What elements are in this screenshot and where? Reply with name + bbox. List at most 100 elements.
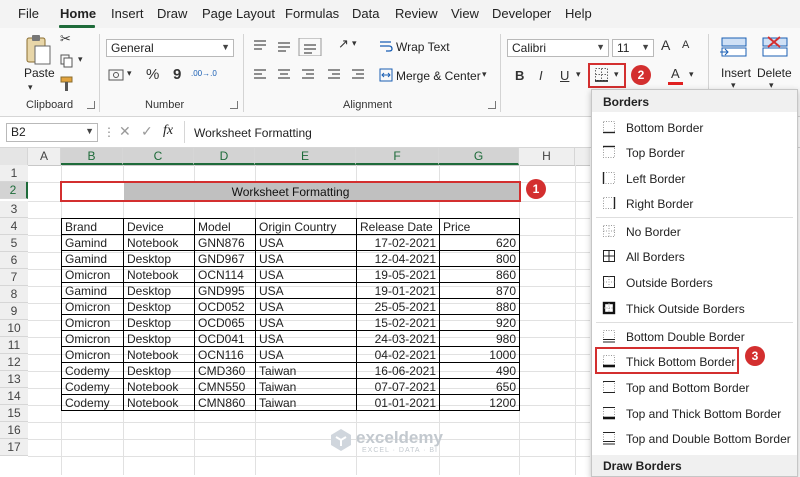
accounting-dropdown-icon[interactable]: ▾ — [127, 68, 132, 79]
insert-cells-button[interactable]: Insert — [721, 66, 751, 80]
menu-page-layout[interactable]: Page Layout — [202, 6, 275, 21]
row-header-selected[interactable]: 2 — [0, 182, 28, 199]
table-cell[interactable]: CMD360 — [194, 362, 256, 379]
font-name-select[interactable]: Calibri ▼ — [507, 39, 609, 57]
menu-review[interactable]: Review — [395, 6, 438, 21]
wrap-text-icon[interactable] — [379, 39, 393, 53]
table-cell[interactable]: USA — [255, 314, 357, 331]
alignment-launcher-icon[interactable] — [488, 101, 496, 109]
menu-item-thick-outside-borders[interactable]: Thick Outside Borders — [592, 297, 797, 321]
row-header[interactable]: 5 — [0, 235, 28, 252]
menu-item-bottom-double-border[interactable]: Bottom Double Border — [592, 325, 797, 349]
column-header-f[interactable]: F — [356, 148, 439, 165]
table-cell[interactable]: Omicron — [61, 346, 124, 363]
menu-item-no-border[interactable]: No Border — [592, 220, 797, 244]
table-cell[interactable]: GND967 — [194, 250, 256, 267]
table-header-cell[interactable]: Price — [439, 218, 520, 235]
table-cell[interactable]: Taiwan — [255, 394, 357, 411]
row-header[interactable]: 8 — [0, 286, 28, 303]
table-cell[interactable]: OCD041 — [194, 330, 256, 347]
table-cell[interactable]: 12-04-2021 — [356, 250, 440, 267]
table-cell[interactable]: 800 — [439, 250, 520, 267]
menu-item-left-border[interactable]: Left Border — [592, 167, 797, 191]
table-header-cell[interactable]: Model — [194, 218, 256, 235]
menu-data[interactable]: Data — [352, 6, 379, 21]
row-header[interactable]: 14 — [0, 388, 28, 405]
table-cell[interactable]: CMN550 — [194, 378, 256, 395]
table-cell[interactable]: Desktop — [123, 314, 195, 331]
format-painter-icon[interactable] — [59, 76, 75, 92]
column-header-c[interactable]: C — [123, 148, 194, 165]
insert-cells-icon[interactable] — [719, 35, 749, 61]
menu-item-bottom-border[interactable]: Bottom Border — [592, 116, 797, 140]
menu-item-top-and-double-bottom-border[interactable]: Top and Double Bottom Border — [592, 427, 797, 451]
table-cell[interactable]: 07-07-2021 — [356, 378, 440, 395]
copy-dropdown-icon[interactable]: ▾ — [78, 54, 83, 65]
font-color-dropdown-icon[interactable]: ▾ — [689, 69, 694, 80]
table-cell[interactable]: 1000 — [439, 346, 520, 363]
table-cell[interactable]: 860 — [439, 266, 520, 283]
row-header[interactable]: 9 — [0, 303, 28, 320]
grow-font-button[interactable]: A — [661, 37, 670, 53]
table-cell[interactable]: CMN860 — [194, 394, 256, 411]
paste-label[interactable]: Paste — [24, 66, 55, 80]
table-cell[interactable]: Taiwan — [255, 362, 357, 379]
table-cell[interactable]: Codemy — [61, 378, 124, 395]
underline-dropdown-icon[interactable]: ▾ — [576, 69, 581, 80]
merge-dropdown-icon[interactable]: ▾ — [482, 69, 487, 80]
table-cell[interactable]: USA — [255, 266, 357, 283]
copy-icon[interactable] — [60, 54, 74, 68]
paste-icon[interactable] — [24, 34, 52, 66]
table-cell[interactable]: GNN876 — [194, 234, 256, 251]
column-header-e[interactable]: E — [255, 148, 356, 165]
table-cell[interactable]: Notebook — [123, 266, 195, 283]
table-cell[interactable]: USA — [255, 250, 357, 267]
table-cell[interactable]: Desktop — [123, 298, 195, 315]
table-cell[interactable]: 880 — [439, 298, 520, 315]
table-cell[interactable]: 04-02-2021 — [356, 346, 440, 363]
menu-insert[interactable]: Insert — [111, 6, 144, 21]
menu-item-outside-borders[interactable]: Outside Borders — [592, 271, 797, 295]
accounting-format-icon[interactable] — [108, 68, 126, 82]
table-cell[interactable]: Taiwan — [255, 378, 357, 395]
row-header[interactable]: 15 — [0, 405, 28, 422]
font-color-button[interactable]: A — [671, 66, 680, 81]
merge-center-button[interactable]: Merge & Center — [396, 69, 481, 83]
menu-item-top-and-thick-bottom-border[interactable]: Top and Thick Bottom Border — [592, 402, 797, 426]
table-cell[interactable]: 19-05-2021 — [356, 266, 440, 283]
row-header[interactable]: 13 — [0, 371, 28, 388]
table-cell[interactable]: 980 — [439, 330, 520, 347]
menu-formulas[interactable]: Formulas — [285, 6, 339, 21]
table-cell[interactable]: Desktop — [123, 362, 195, 379]
table-cell[interactable]: 1200 — [439, 394, 520, 411]
insert-function-button[interactable]: fx — [163, 123, 173, 139]
table-cell[interactable]: OCN116 — [194, 346, 256, 363]
table-header-cell[interactable]: Release Date — [356, 218, 440, 235]
row-header[interactable]: 1 — [0, 165, 28, 182]
menu-item-all-borders[interactable]: All Borders — [592, 245, 797, 269]
table-cell[interactable]: 650 — [439, 378, 520, 395]
table-cell[interactable]: Notebook — [123, 394, 195, 411]
table-header-cell[interactable]: Device — [123, 218, 195, 235]
wrap-text-button[interactable]: Wrap Text — [396, 40, 450, 54]
table-cell[interactable]: 490 — [439, 362, 520, 379]
underline-button[interactable]: U — [560, 68, 569, 83]
table-cell[interactable]: USA — [255, 234, 357, 251]
row-header[interactable]: 6 — [0, 252, 28, 269]
percent-style-button[interactable]: % — [146, 66, 159, 83]
table-header-cell[interactable]: Brand — [61, 218, 124, 235]
table-cell[interactable]: Desktop — [123, 330, 195, 347]
table-cell[interactable]: Omicron — [61, 330, 124, 347]
table-cell[interactable]: 17-02-2021 — [356, 234, 440, 251]
table-cell[interactable]: 01-01-2021 — [356, 394, 440, 411]
table-cell[interactable]: 620 — [439, 234, 520, 251]
menu-item-top-and-bottom-border[interactable]: Top and Bottom Border — [592, 376, 797, 400]
table-cell[interactable]: USA — [255, 282, 357, 299]
row-header[interactable]: 7 — [0, 269, 28, 286]
increase-decimal-button[interactable]: .00→.0 — [191, 69, 217, 78]
table-cell[interactable]: 25-05-2021 — [356, 298, 440, 315]
menu-item-right-border[interactable]: Right Border — [592, 192, 797, 216]
table-cell[interactable]: OCD065 — [194, 314, 256, 331]
bold-button[interactable]: B — [515, 68, 524, 83]
column-header-h[interactable]: H — [519, 148, 575, 165]
